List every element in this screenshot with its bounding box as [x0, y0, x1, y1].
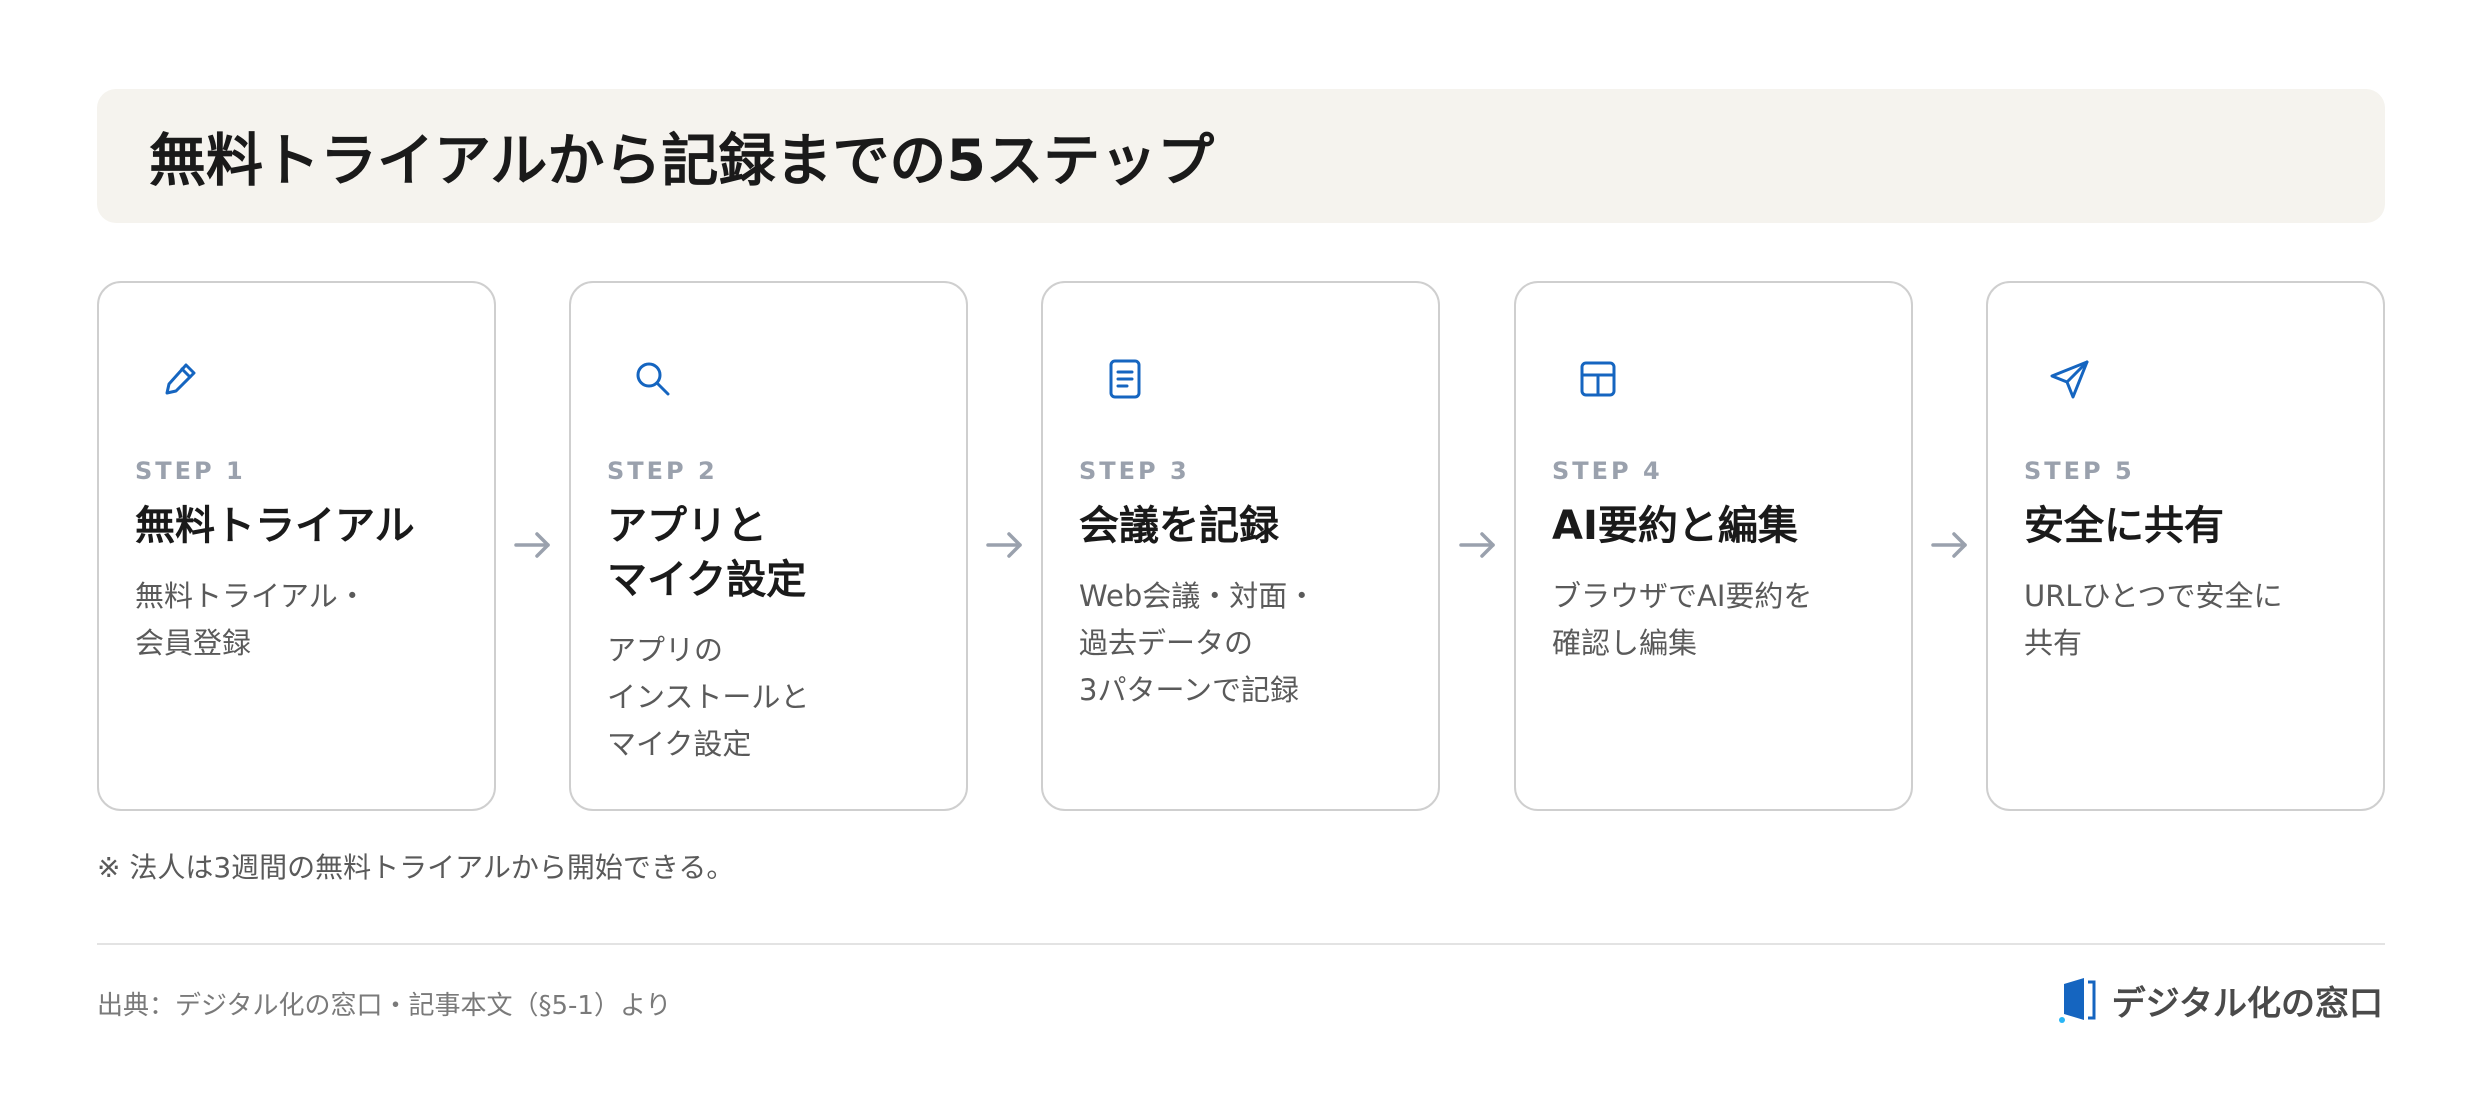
- step-label: STEP 1: [135, 457, 246, 485]
- step-label: STEP 5: [2024, 457, 2135, 485]
- step-title: 無料トライアル: [135, 503, 415, 549]
- step-card-5: STEP 5 安全に共有 URLひとつで安全に 共有: [1986, 281, 2385, 811]
- step-card-1: STEP 1 無料トライアル 無料トライアル・ 会員登録: [97, 281, 496, 811]
- arrow-right-icon: [1927, 522, 1973, 568]
- step-title: アプリと マイク設定: [607, 503, 807, 603]
- page: 無料トライアルから記録までの5ステップ STEP 1 無料トライアル 無料トライ…: [0, 0, 2480, 1116]
- brand-logo-group: デジタル化の窓口: [2058, 975, 2383, 1025]
- arrow-right-icon: [982, 522, 1028, 568]
- step-card-3: STEP 3 会議を記録 Web会議・対面・ 過去データの 3パターンで記録: [1041, 281, 1440, 811]
- step-description: Web会議・対面・ 過去データの 3パターンで記録: [1079, 579, 1317, 707]
- step-title: AI要約と編集: [1552, 503, 1798, 549]
- search-icon: [629, 355, 677, 403]
- layout-icon: [1574, 355, 1622, 403]
- arrow-right-icon: [1455, 522, 1501, 568]
- header-banner: 無料トライアルから記録までの5ステップ: [97, 89, 2385, 223]
- step-description: ブラウザでAI要約を 確認し編集: [1552, 579, 1813, 660]
- send-icon: [2046, 355, 2094, 403]
- step-label: STEP 3: [1079, 457, 1190, 485]
- step-label: STEP 2: [607, 457, 718, 485]
- divider: [97, 943, 2385, 945]
- step-title: 安全に共有: [2024, 503, 2224, 549]
- step-label: STEP 4: [1552, 457, 1663, 485]
- source-credit: 出典：デジタル化の窓口・記事本文（§5-1）より: [97, 991, 672, 1021]
- page-title: 無料トライアルから記録までの5ステップ: [149, 128, 1215, 194]
- step-card-4: STEP 4 AI要約と編集 ブラウザでAI要約を 確認し編集: [1514, 281, 1913, 811]
- step-description: アプリの インストールと マイク設定: [607, 633, 810, 761]
- document-icon: [1101, 355, 1149, 403]
- step-description: 無料トライアル・ 会員登録: [135, 579, 367, 660]
- brand-name: デジタル化の窓口: [2111, 983, 2383, 1024]
- step-description: URLひとつで安全に 共有: [2024, 579, 2283, 660]
- footnote: ※ 法人は3週間の無料トライアルから開始できる。: [97, 851, 735, 884]
- brand-logo-icon: [2058, 976, 2098, 1024]
- pencil-icon: [157, 355, 205, 403]
- arrow-right-icon: [510, 522, 556, 568]
- step-card-2: STEP 2 アプリと マイク設定 アプリの インストールと マイク設定: [569, 281, 968, 811]
- steps-flow: STEP 1 無料トライアル 無料トライアル・ 会員登録 STEP 2 アプリと…: [97, 281, 2385, 811]
- step-title: 会議を記録: [1079, 503, 1279, 549]
